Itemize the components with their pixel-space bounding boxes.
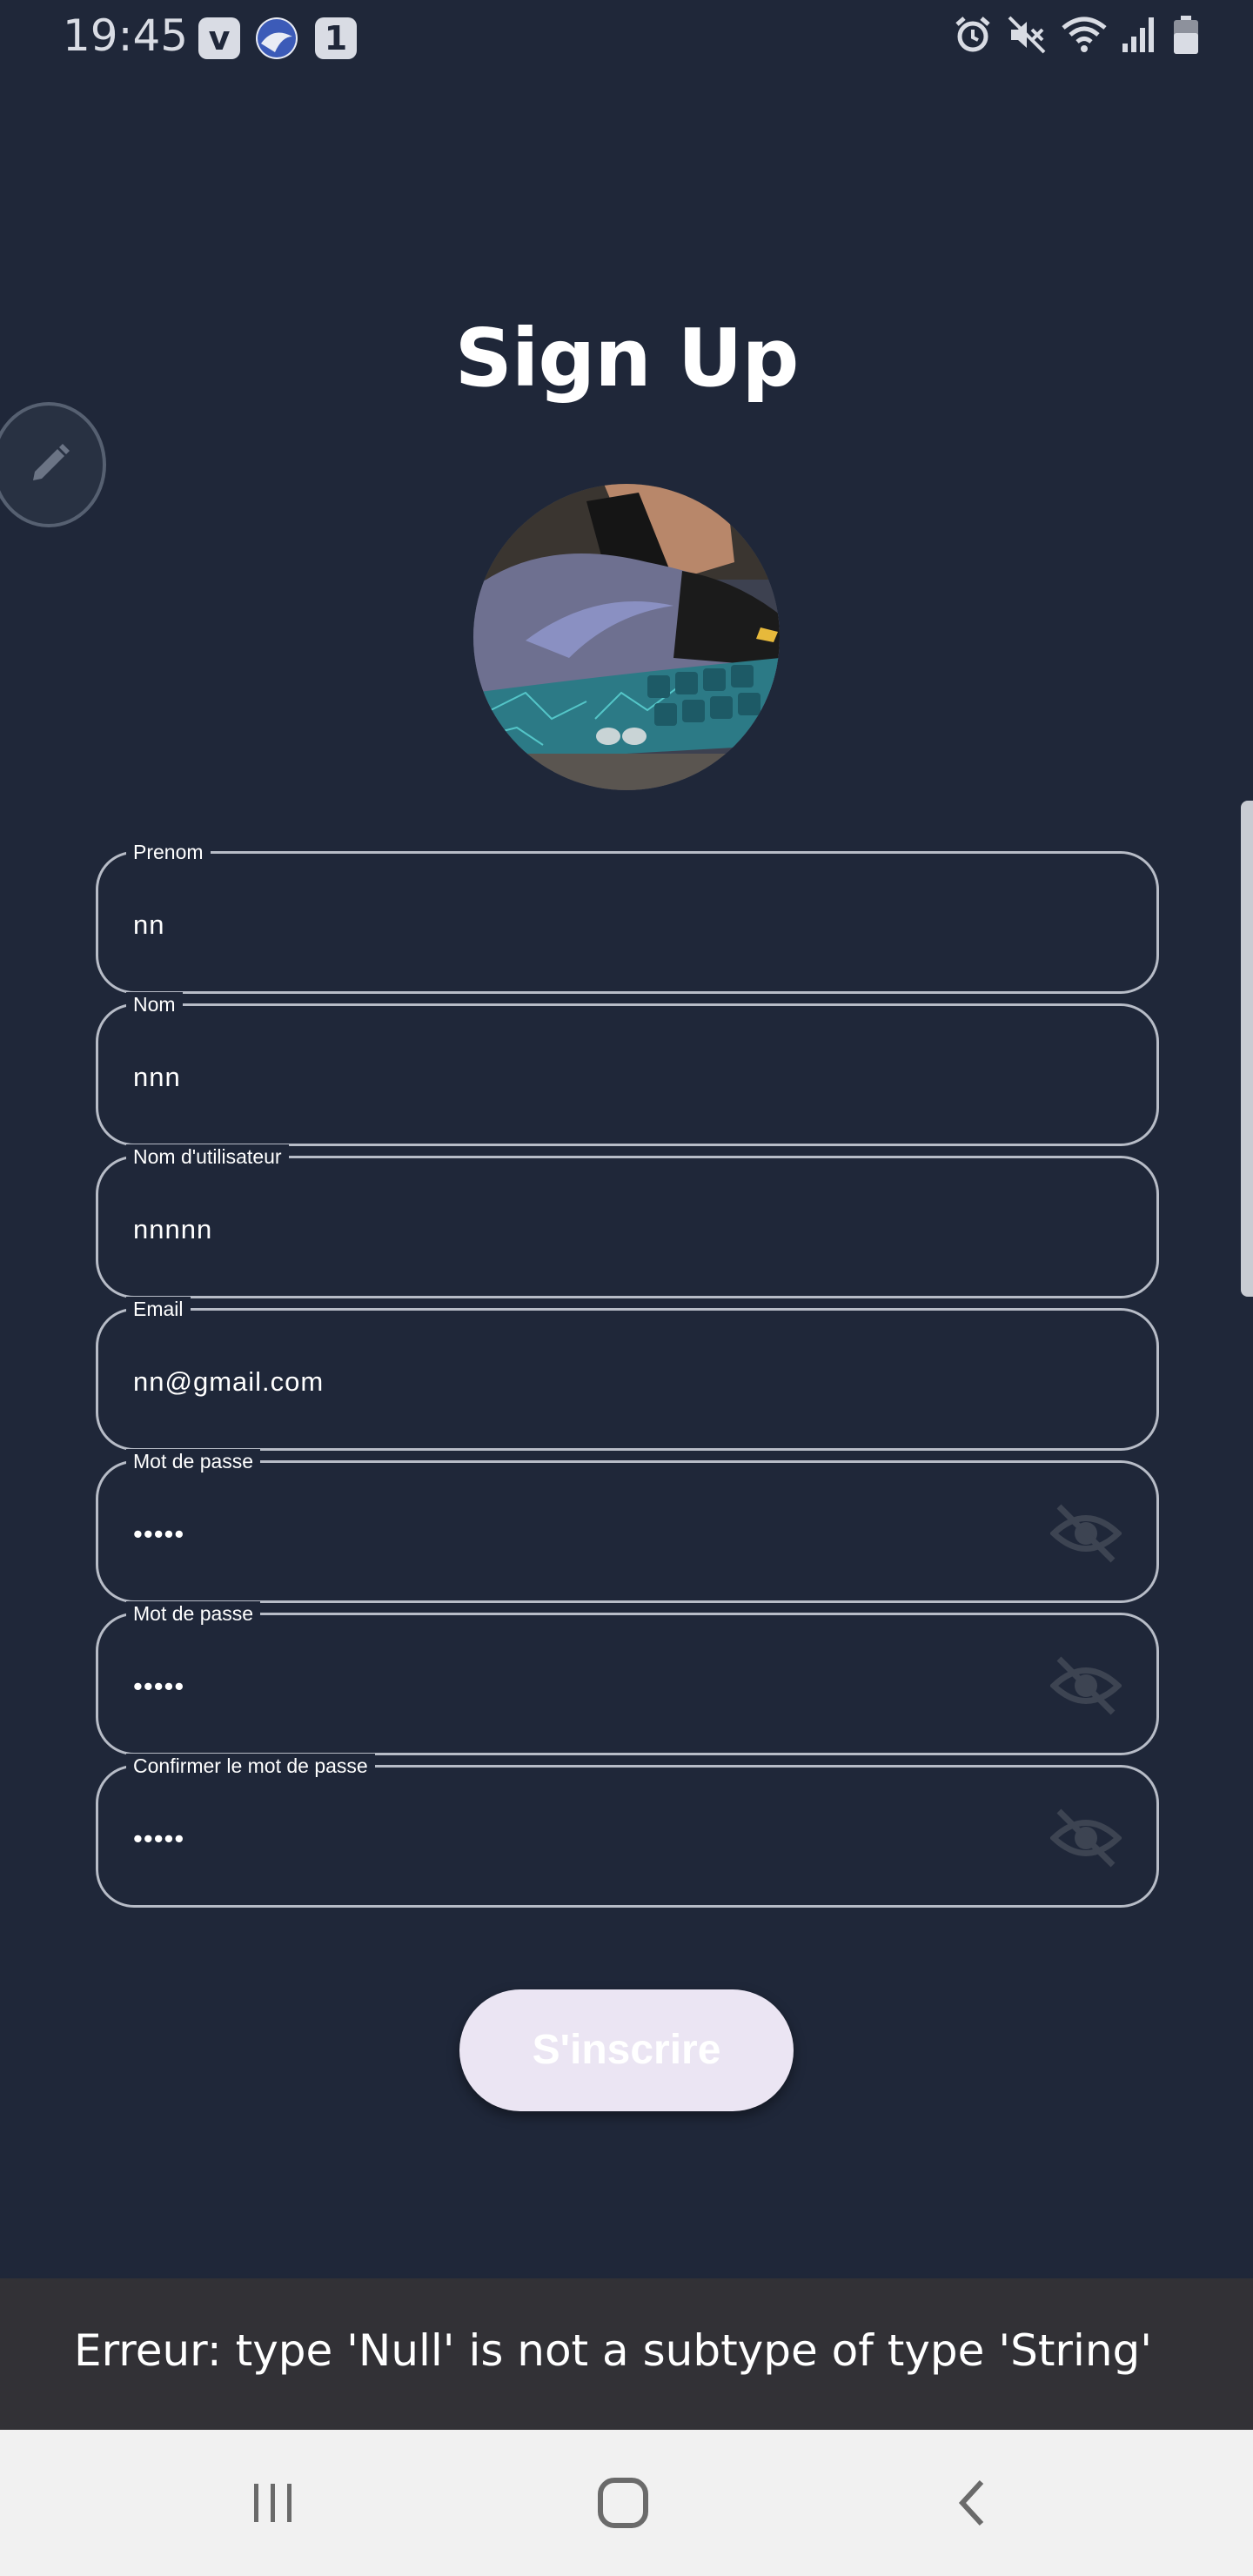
mute-icon: [1008, 16, 1046, 54]
wifi-icon: [1062, 17, 1107, 52]
field-value: •••••: [133, 1671, 185, 1701]
field-label: Nom d'utilisateur: [126, 1144, 289, 1169]
battery-icon: [1174, 16, 1198, 54]
status-time: 19:45: [63, 10, 189, 61]
field-label: Nom: [126, 992, 183, 1016]
back-icon: [958, 2479, 984, 2526]
field-value: •••••: [133, 1519, 185, 1549]
field-value: nnnnn: [133, 1214, 213, 1244]
error-snackbar: Erreur: type 'Null' is not a subtype of …: [0, 2278, 1253, 2430]
field-label: Confirmer le mot de passe: [126, 1754, 375, 1778]
field-value: •••••: [133, 1823, 185, 1854]
snackbar-message: Erreur: type 'Null' is not a subtype of …: [74, 2325, 1153, 2376]
sneaker-image: [473, 484, 780, 790]
visibility-off-icon[interactable]: [1050, 1503, 1122, 1564]
visibility-off-icon[interactable]: [1050, 1655, 1122, 1716]
last-name-field[interactable]: Nom nnn: [96, 992, 1159, 1146]
page-title: Sign Up: [454, 312, 800, 405]
field-label: Prenom: [126, 840, 211, 864]
edit-bubble[interactable]: [0, 402, 106, 527]
recents-button[interactable]: [238, 2472, 308, 2534]
back-button[interactable]: [938, 2472, 1008, 2534]
v-app-icon: v: [198, 17, 240, 59]
alarm-icon: [955, 17, 990, 52]
first-name-field[interactable]: Prenom nn: [96, 840, 1159, 994]
visibility-off-icon[interactable]: [1050, 1808, 1122, 1868]
password-field[interactable]: Mot de passe •••••: [96, 1449, 1159, 1603]
password-field-2[interactable]: Mot de passe •••••: [96, 1601, 1159, 1755]
recents-icon: [254, 2484, 291, 2522]
home-icon: [598, 2478, 648, 2528]
email-field[interactable]: Email nn@gmail.com: [96, 1297, 1159, 1451]
field-label: Mot de passe: [126, 1601, 261, 1626]
status-bar: 19:45 v 1: [0, 0, 1253, 78]
field-label: Email: [126, 1297, 191, 1321]
browser-app-icon: [256, 17, 298, 59]
signup-button[interactable]: S'inscrire: [459, 1989, 794, 2111]
avatar[interactable]: [473, 484, 780, 790]
confirm-password-field[interactable]: Confirmer le mot de passe •••••: [96, 1754, 1159, 1908]
status-icons: [952, 14, 1201, 56]
scroll-thumb[interactable]: [1241, 801, 1253, 1297]
home-button[interactable]: [588, 2472, 658, 2534]
username-field[interactable]: Nom d'utilisateur nnnnn: [96, 1144, 1159, 1298]
field-value: nnn: [133, 1062, 181, 1092]
signal-icon: [1122, 17, 1154, 52]
navigation-bar: [0, 2430, 1253, 2576]
one-app-icon: 1: [315, 17, 357, 59]
pencil-icon: [33, 444, 70, 480]
field-label: Mot de passe: [126, 1449, 261, 1473]
field-value: nn@gmail.com: [133, 1366, 325, 1397]
field-value: nn: [133, 909, 165, 940]
signup-screen: 19:45 v 1 Sign Up Prenom nn Nom nnn Nom …: [0, 0, 1253, 2576]
